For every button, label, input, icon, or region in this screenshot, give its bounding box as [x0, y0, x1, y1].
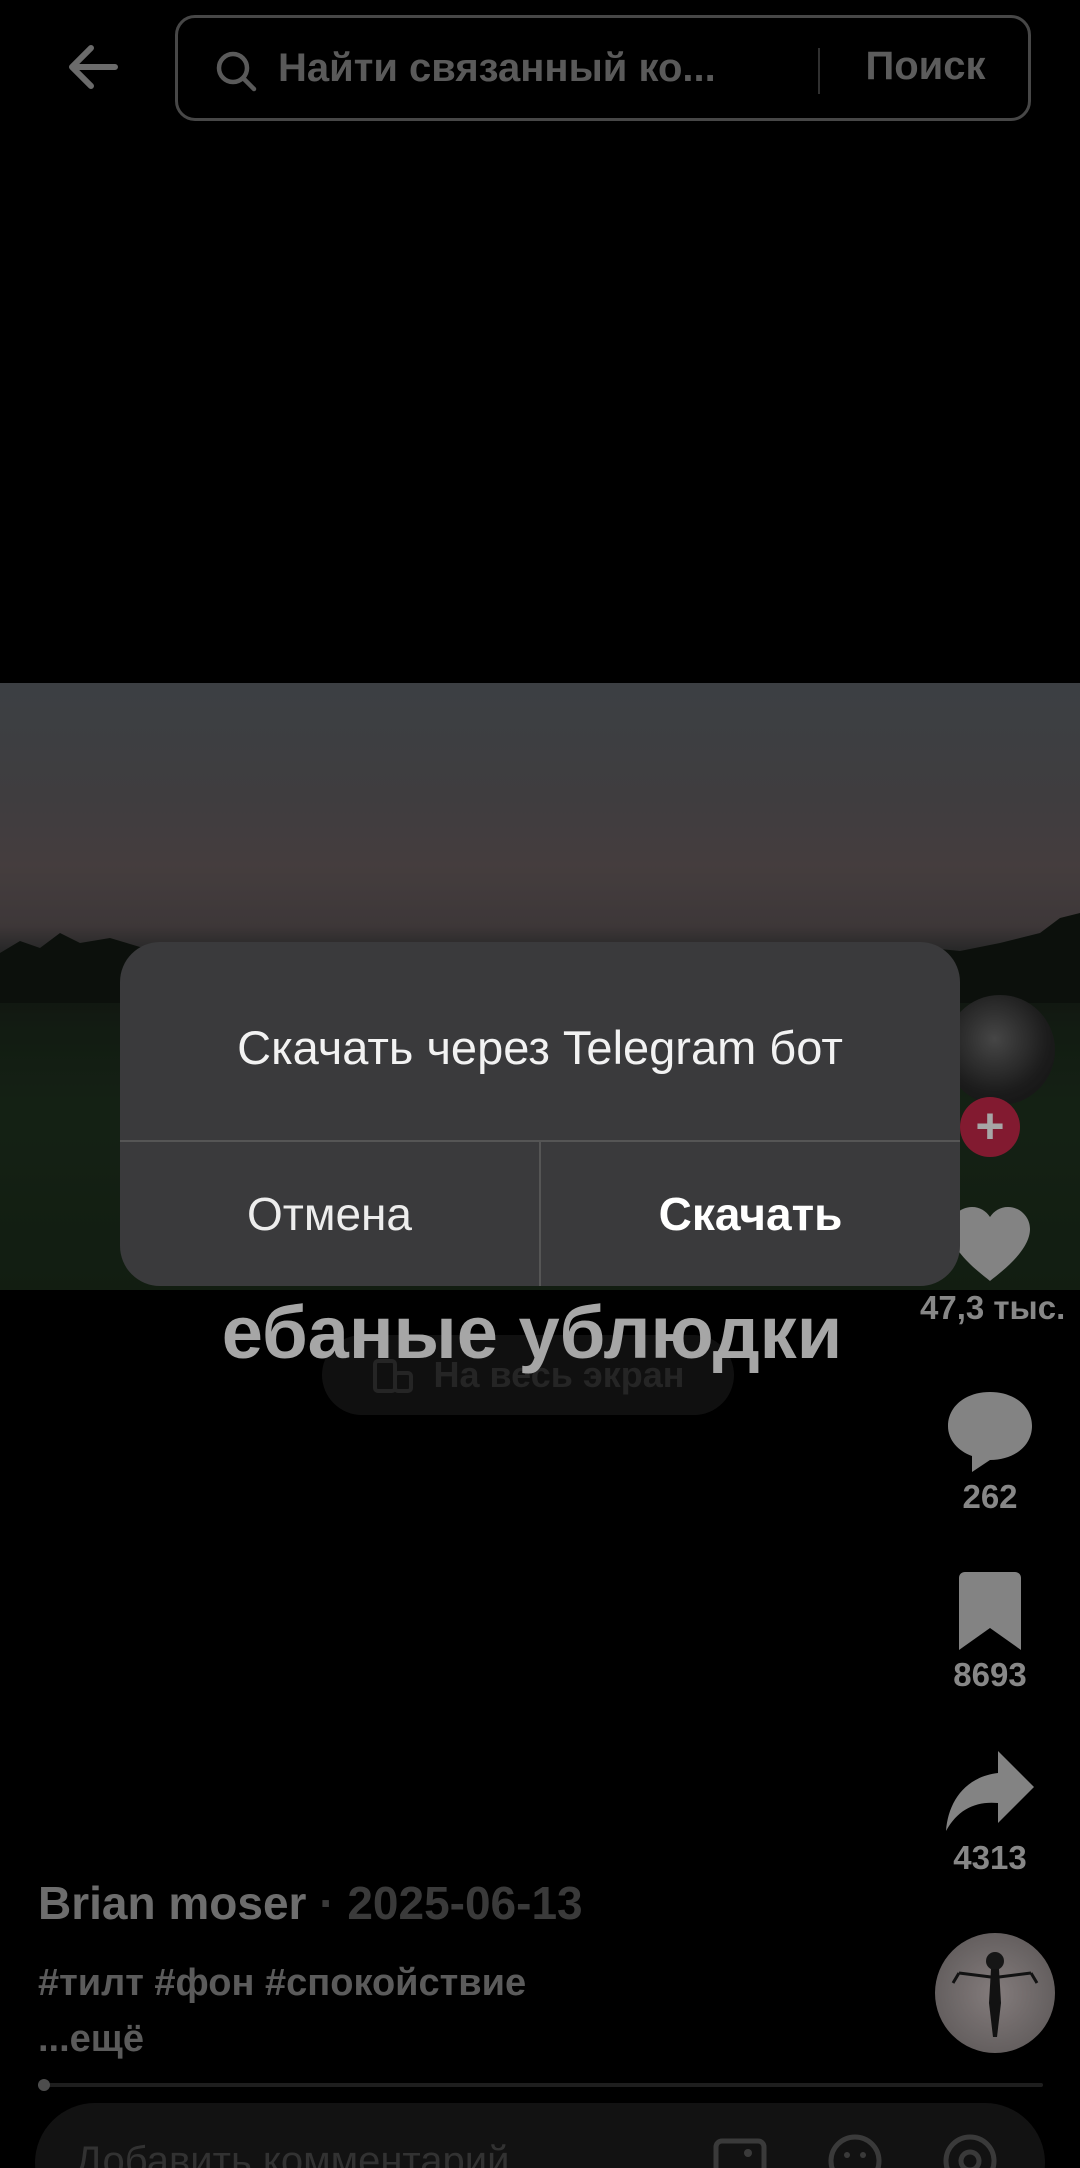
emoji-icon[interactable]	[825, 2131, 885, 2168]
post-date: · 2025-06-13	[319, 1877, 583, 1929]
music-disc[interactable]	[935, 1933, 1055, 2053]
comment-count: 262	[962, 1478, 1018, 1515]
music-disc-figure-icon	[951, 1952, 1039, 2037]
dialog-title: Скачать через Telegram бот	[237, 1021, 843, 1074]
image-icon[interactable]	[710, 2131, 770, 2168]
share-button[interactable]: 4313	[920, 1747, 1060, 1877]
mention-icon[interactable]	[940, 2131, 1000, 2168]
video-progress-bar[interactable]	[38, 2083, 1043, 2087]
top-bar: Найти связанный ко... Поиск	[0, 0, 1080, 130]
more-link[interactable]: ...ещё	[38, 2018, 144, 2061]
bookmark-icon	[959, 1572, 1021, 1650]
author-name[interactable]: Brian moser	[38, 1877, 306, 1929]
back-button[interactable]	[58, 32, 128, 102]
share-arrow-icon	[946, 1751, 1034, 1831]
search-button[interactable]: Поиск	[833, 44, 1018, 98]
search-icon	[216, 51, 257, 92]
bookmark-count: 8693	[953, 1656, 1027, 1693]
video-progress-knob[interactable]	[38, 2079, 50, 2091]
comment-input[interactable]: Добавить комментарий...	[75, 2139, 543, 2168]
author-line: Brian moser · 2025-06-13	[38, 1876, 583, 1930]
post-hashtags[interactable]: #тилт #фон #спокойствие	[38, 1962, 526, 2005]
search-divider	[818, 48, 820, 94]
comment-button[interactable]: 262	[920, 1388, 1060, 1516]
back-arrow-icon	[69, 45, 118, 89]
author-avatar[interactable]	[945, 995, 1055, 1105]
comment-bar[interactable]: Добавить комментарий...	[35, 2103, 1045, 2168]
download-button[interactable]: Скачать	[541, 1142, 960, 1286]
download-dialog: Скачать через Telegram бот Отмена Скачат…	[120, 942, 960, 1286]
cancel-button[interactable]: Отмена	[120, 1142, 539, 1286]
like-count: 47,3 тыс.	[920, 1289, 1066, 1326]
search-box[interactable]: Найти связанный ко... Поиск	[175, 15, 1031, 121]
video-caption: ебаные ублюдки	[221, 1291, 843, 1374]
bookmark-button[interactable]: 8693	[920, 1570, 1060, 1694]
comment-bubble-icon	[948, 1392, 1032, 1472]
follow-button[interactable]: +	[960, 1097, 1020, 1157]
share-count: 4313	[953, 1839, 1027, 1876]
search-input[interactable]: Найти связанный ко...	[278, 46, 788, 91]
